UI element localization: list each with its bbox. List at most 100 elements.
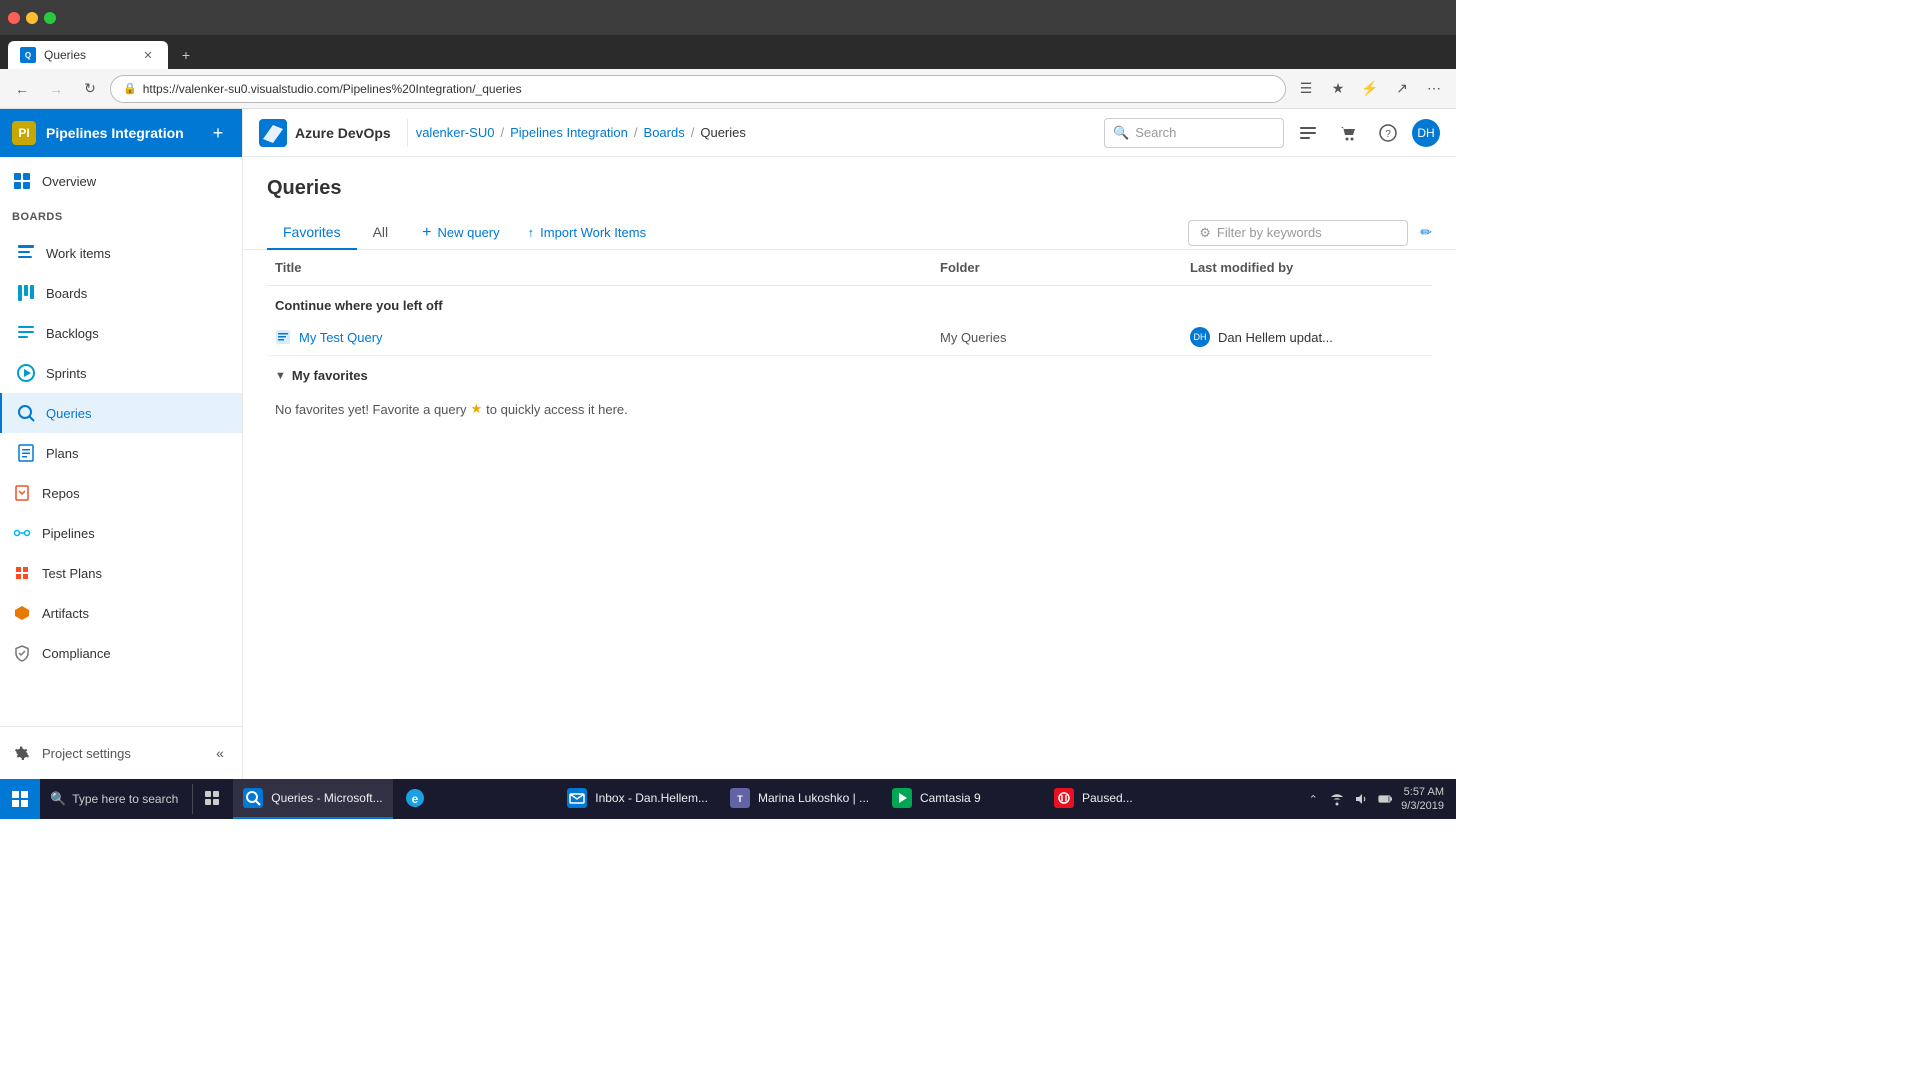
main-area: Azure DevOps valenker-SU0 / Pipelines In…	[243, 109, 1456, 779]
tray-battery-icon[interactable]	[1377, 791, 1393, 807]
breadcrumb-boards[interactable]: Boards	[644, 125, 685, 140]
forward-button[interactable]: →	[42, 75, 70, 103]
taskbar-queries-icon	[243, 788, 263, 808]
sidebar: PI Pipelines Integration + Overview Boar…	[0, 109, 243, 779]
shopping-cart-button[interactable]	[1332, 117, 1364, 149]
sidebar-item-label-test-plans: Test Plans	[42, 566, 102, 581]
refresh-button[interactable]: ↻	[76, 75, 104, 103]
taskbar-app-paused-label: Paused...	[1082, 791, 1133, 805]
notifications-button[interactable]	[1292, 117, 1324, 149]
taskbar-search-icon: 🔍	[50, 791, 66, 807]
backlogs-icon	[16, 323, 36, 343]
overview-icon	[12, 171, 32, 191]
section-toggle-icon[interactable]: ▼	[275, 370, 286, 382]
taskbar-search[interactable]: 🔍 Type here to search	[40, 779, 188, 819]
search-icon: 🔍	[1113, 125, 1129, 141]
query-type-icon	[275, 329, 291, 345]
filter-edit-button[interactable]: ✏	[1420, 224, 1432, 241]
active-browser-tab[interactable]: Q Queries ✕	[8, 41, 168, 69]
sidebar-item-backlogs[interactable]: Backlogs	[0, 313, 242, 353]
breadcrumb-sep-3: /	[691, 125, 695, 140]
section-continue-label: Continue where you left off	[275, 298, 443, 313]
query-title-link[interactable]: My Test Query	[299, 330, 383, 345]
browser-chrome	[0, 0, 1456, 35]
user-avatar[interactable]: DH	[1412, 119, 1440, 147]
sidebar-item-queries[interactable]: Queries	[0, 393, 242, 433]
tray-chevron[interactable]: ⌃	[1305, 791, 1321, 807]
more-button[interactable]: ⋯	[1420, 75, 1448, 103]
new-tab-button[interactable]: +	[172, 41, 200, 69]
address-bar[interactable]: 🔒 https://valenker-su0.visualstudio.com/…	[110, 75, 1286, 103]
svg-text:T: T	[737, 794, 743, 804]
modifier-avatar: DH	[1190, 327, 1210, 347]
taskbar-ie-icon: e	[405, 788, 425, 808]
sidebar-item-compliance[interactable]: Compliance	[0, 633, 242, 673]
breadcrumb-current: Queries	[700, 125, 746, 140]
hub-button[interactable]: ⚡	[1356, 75, 1384, 103]
ado-logo: Azure DevOps	[259, 119, 408, 147]
collapse-sidebar-button[interactable]: «	[210, 743, 230, 763]
tray-volume-icon[interactable]	[1353, 791, 1369, 807]
taskbar-time-date[interactable]: 5:57 AM 9/3/2019	[1401, 785, 1444, 814]
new-query-button[interactable]: + New query	[412, 218, 509, 248]
sidebar-item-boards-header[interactable]: Boards	[0, 201, 242, 233]
boards-icon	[16, 283, 36, 303]
taskbar-app-paused[interactable]: Paused...	[1044, 779, 1204, 819]
sidebar-item-artifacts[interactable]: Artifacts	[0, 593, 242, 633]
tab-favorites[interactable]: Favorites	[267, 216, 357, 250]
tray-network-icon[interactable]	[1329, 791, 1345, 807]
help-button[interactable]: ?	[1372, 117, 1404, 149]
sidebar-add-button[interactable]: +	[206, 121, 230, 145]
sidebar-item-overview[interactable]: Overview	[0, 161, 242, 201]
reading-list-button[interactable]: ☰	[1292, 75, 1320, 103]
queries-icon	[16, 403, 36, 423]
project-name: Pipelines Integration	[46, 125, 196, 141]
sidebar-item-repos[interactable]: Repos	[0, 473, 242, 513]
sidebar-item-pipelines[interactable]: Pipelines	[0, 513, 242, 553]
col-modified-by: Last modified by	[1182, 256, 1432, 279]
back-button[interactable]: ←	[8, 75, 36, 103]
favorites-button[interactable]: ★	[1324, 75, 1352, 103]
sidebar-item-label-plans: Plans	[46, 446, 79, 461]
filter-input[interactable]: ⚙ Filter by keywords	[1188, 220, 1408, 246]
project-settings-item[interactable]: Project settings «	[0, 735, 242, 771]
sidebar-item-boards[interactable]: Boards	[0, 273, 242, 313]
tab-actions: + New query ↑ Import Work Items	[404, 218, 1188, 248]
tab-close-button[interactable]: ✕	[140, 47, 156, 63]
breadcrumb-org[interactable]: valenker-SU0	[416, 125, 495, 140]
new-query-plus-icon: +	[422, 224, 431, 242]
table-row[interactable]: My Test Query My Queries DH Dan Hellem u…	[267, 319, 1432, 356]
taskbar-app-marina[interactable]: T Marina Lukoshko | ...	[720, 779, 880, 819]
taskbar-app-ie[interactable]: e	[395, 779, 555, 819]
sidebar-item-sprints[interactable]: Sprints	[0, 353, 242, 393]
sidebar-nav: Overview Boards Work items Boards	[0, 157, 242, 726]
sidebar-item-work-items[interactable]: Work items	[0, 233, 242, 273]
taskbar-divider	[192, 784, 193, 814]
test-plans-icon	[12, 563, 32, 583]
taskbar-app-camtasia[interactable]: Camtasia 9	[882, 779, 1042, 819]
taskbar-app-inbox[interactable]: Inbox - Dan.Hellem...	[557, 779, 718, 819]
sidebar-item-label-queries: Queries	[46, 406, 92, 421]
settings-icon	[12, 743, 32, 763]
filter-area: ⚙ Filter by keywords ✏	[1188, 220, 1432, 246]
top-bar-search[interactable]: 🔍 Search	[1104, 118, 1284, 148]
tab-all[interactable]: All	[357, 216, 405, 250]
breadcrumb-sep-1: /	[500, 125, 504, 140]
share-button[interactable]: ↗	[1388, 75, 1416, 103]
import-work-items-label: Import Work Items	[540, 225, 646, 240]
sidebar-item-test-plans[interactable]: Test Plans	[0, 553, 242, 593]
sidebar-item-plans[interactable]: Plans	[0, 433, 242, 473]
taskbar-app-queries[interactable]: Queries - Microsoft...	[233, 779, 393, 819]
task-view-button[interactable]	[197, 779, 229, 819]
taskbar-time: 5:57 AM	[1404, 785, 1444, 799]
url-text: https://valenker-su0.visualstudio.com/Pi…	[143, 82, 522, 96]
breadcrumb-project[interactable]: Pipelines Integration	[510, 125, 628, 140]
favorites-star-icon: ★	[470, 401, 482, 417]
start-button[interactable]	[0, 779, 40, 819]
section-continue: Continue where you left off	[267, 286, 1432, 319]
taskbar-search-placeholder: Type here to search	[72, 792, 178, 806]
taskbar-app-marina-label: Marina Lukoshko | ...	[758, 791, 869, 805]
import-work-items-button[interactable]: ↑ Import Work Items	[518, 219, 656, 246]
table-header: Title Folder Last modified by	[267, 250, 1432, 286]
col-title: Title	[267, 256, 932, 279]
